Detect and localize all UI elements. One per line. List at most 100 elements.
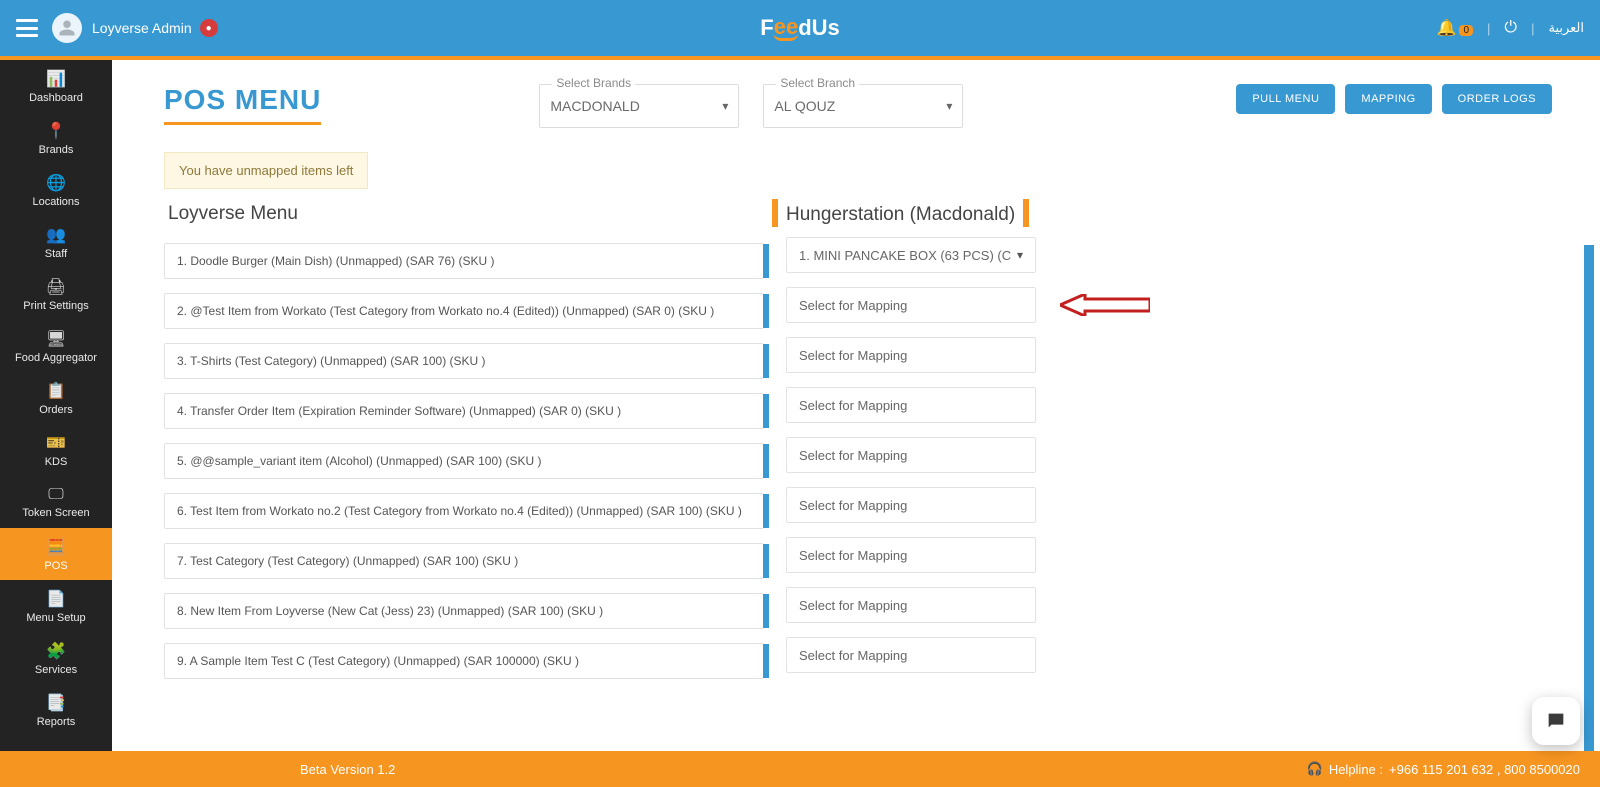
scroll-indicator[interactable]	[1584, 245, 1594, 751]
mapping-select-value: Select for Mapping	[799, 348, 907, 363]
helpline-numbers: +966 115 201 632 , 800 8500020	[1389, 762, 1580, 777]
sidebar-item-label: Orders	[39, 404, 73, 416]
row-accent-icon	[763, 644, 769, 678]
sidebar-item-label: Brands	[39, 144, 74, 156]
header-actions: 🔔0 | ⏻ | العربية	[1437, 18, 1584, 38]
mapping-select[interactable]: Select for Mapping	[786, 337, 1036, 373]
chevron-down-icon: ▾	[946, 99, 952, 113]
row-accent-icon	[763, 544, 769, 578]
mapping-button[interactable]: MAPPING	[1345, 84, 1431, 114]
sidebar-item-label: Dashboard	[29, 92, 83, 104]
sidebar-item-brands[interactable]: 📍 Brands	[0, 112, 112, 164]
bell-badge: 0	[1459, 25, 1473, 36]
menu-toggle-icon[interactable]	[16, 19, 38, 37]
sidebar-item-dashboard[interactable]: 📊 Dashboard	[0, 60, 112, 112]
sidebar-item-label: Food Aggregator	[15, 352, 97, 364]
sidebar-item-print-settings[interactable]: 🖨Print Settings	[0, 268, 112, 320]
menu-item-text: 4. Transfer Order Item (Expiration Remin…	[177, 404, 621, 418]
sidebar-item-menu-setup[interactable]: 📄 Menu Setup	[0, 580, 112, 632]
menu-item-text: 6. Test Item from Workato no.2 (Test Cat…	[177, 504, 742, 518]
sidebar-item-food-aggregator[interactable]: 🖥Food Aggregator	[0, 320, 112, 372]
sidebar-item-pos[interactable]: 🧮 POS	[0, 528, 112, 580]
chat-fab[interactable]	[1532, 697, 1580, 745]
mapping-select[interactable]: Select for Mapping	[786, 387, 1036, 423]
column-divider	[772, 199, 778, 235]
menu-item-row[interactable]: 4. Transfer Order Item (Expiration Remin…	[164, 393, 764, 429]
orders-icon: 📋	[46, 381, 66, 401]
sidebar-item-label: KDS	[45, 456, 68, 468]
dashboard-icon: 📊	[46, 69, 66, 89]
menu-item-text: 1. Doodle Burger (Main Dish) (Unmapped) …	[177, 254, 494, 268]
sidebar-item-label: Reports	[37, 716, 76, 728]
row-accent-icon	[763, 294, 769, 328]
menu-item-row[interactable]: 8. New Item From Loyverse (New Cat (Jess…	[164, 593, 764, 629]
hungerstation-column: Hungerstation (Macdonald) 1. MINI PANCAK…	[786, 199, 1036, 687]
brand-select[interactable]: Select Brands MACDONALD ▾	[539, 84, 739, 128]
mapping-select-value: Select for Mapping	[799, 298, 907, 313]
mapping-select[interactable]: Select for Mapping	[786, 537, 1036, 573]
token-screen-icon: 🖵	[48, 486, 63, 504]
sidebar-item-orders[interactable]: 📋 Orders	[0, 372, 112, 424]
brand-logo[interactable]: FeedUs	[760, 15, 840, 41]
reports-icon: 📑	[46, 693, 66, 713]
hungerstation-title: Hungerstation (Macdonald)	[786, 204, 1015, 226]
mapping-select[interactable]: Select for Mapping	[786, 487, 1036, 523]
avatar[interactable]	[52, 13, 82, 43]
mapping-select-value: Select for Mapping	[799, 448, 907, 463]
menu-item-text: 7. Test Category (Test Category) (Unmapp…	[177, 554, 518, 568]
mapping-select[interactable]: Select for Mapping	[786, 287, 1036, 323]
sidebar-item-services[interactable]: 🧩Services	[0, 632, 112, 684]
menu-item-text: 9. A Sample Item Test C (Test Category) …	[177, 654, 579, 668]
chevron-down-icon: ▾	[722, 99, 728, 113]
mapping-select-value: Select for Mapping	[799, 498, 907, 513]
sidebar-item-label: Menu Setup	[26, 612, 85, 624]
menu-setup-icon: 📄	[46, 589, 66, 609]
mapping-select[interactable]: 1. MINI PANCAKE BOX (63 PCS) (C▾	[786, 237, 1036, 273]
accent-strip	[0, 56, 1600, 60]
branch-select[interactable]: Select Branch AL QOUZ ▾	[763, 84, 963, 128]
sidebar-item-kds[interactable]: 🎫KDS	[0, 424, 112, 476]
brand-select-label: Select Brands	[552, 76, 635, 90]
menu-item-row[interactable]: 5. @@sample_variant item (Alcohol) (Unma…	[164, 443, 764, 479]
bell-icon[interactable]: 🔔0	[1437, 18, 1473, 38]
mapping-select[interactable]: Select for Mapping	[786, 587, 1036, 623]
print-settings-icon: 🖨	[46, 277, 66, 297]
user-name: Loyverse Admin	[92, 20, 192, 36]
order-logs-button[interactable]: ORDER LOGS	[1442, 84, 1552, 114]
footer: Beta Version 1.2 🎧 Helpline : +966 115 2…	[0, 751, 1600, 787]
mapping-select-value: Select for Mapping	[799, 648, 907, 663]
sidebar-item-reports[interactable]: 📑 Reports	[0, 684, 112, 736]
notification-dot-icon[interactable]: ●	[200, 19, 218, 37]
menu-item-row[interactable]: 6. Test Item from Workato no.2 (Test Cat…	[164, 493, 764, 529]
menu-item-row[interactable]: 9. A Sample Item Test C (Test Category) …	[164, 643, 764, 679]
row-accent-icon	[763, 594, 769, 628]
accent-bar-icon	[1023, 199, 1029, 227]
mapping-select[interactable]: Select for Mapping	[786, 437, 1036, 473]
main-content: POS MENU Select Brands MACDONALD ▾ Selec…	[112, 60, 1600, 751]
pos-icon: 🧮	[46, 537, 66, 557]
menu-item-row[interactable]: 7. Test Category (Test Category) (Unmapp…	[164, 543, 764, 579]
menu-item-text: 8. New Item From Loyverse (New Cat (Jess…	[177, 604, 603, 618]
sidebar-item-label: Staff	[45, 248, 67, 260]
mapping-select[interactable]: Select for Mapping	[786, 637, 1036, 673]
menu-item-text: 3. T-Shirts (Test Category) (Unmapped) (…	[177, 354, 486, 368]
sidebar-item-token-screen[interactable]: 🖵Token Screen	[0, 476, 112, 528]
sidebar-item-label: POS	[44, 560, 67, 572]
sidebar-item-staff[interactable]: 👥Staff	[0, 216, 112, 268]
power-icon[interactable]: ⏻	[1504, 19, 1517, 37]
sidebar-item-locations[interactable]: 🌐Locations	[0, 164, 112, 216]
annotation-arrow-icon	[1060, 294, 1150, 316]
mapping-columns: Loyverse Menu 1. Doodle Burger (Main Dis…	[164, 199, 1552, 693]
loyverse-column: Loyverse Menu 1. Doodle Burger (Main Dis…	[164, 199, 764, 693]
row-accent-icon	[763, 494, 769, 528]
pull-menu-button[interactable]: PULL MENU	[1236, 84, 1335, 114]
page-title: POS MENU	[164, 84, 321, 125]
branch-select-label: Select Branch	[776, 76, 859, 90]
brands-icon: 📍	[46, 121, 66, 141]
action-buttons: PULL MENU MAPPING ORDER LOGS	[1236, 84, 1552, 114]
menu-item-row[interactable]: 1. Doodle Burger (Main Dish) (Unmapped) …	[164, 243, 764, 279]
language-switch[interactable]: العربية	[1548, 20, 1584, 36]
menu-item-row[interactable]: 2. @Test Item from Workato (Test Categor…	[164, 293, 764, 329]
row-accent-icon	[763, 394, 769, 428]
menu-item-row[interactable]: 3. T-Shirts (Test Category) (Unmapped) (…	[164, 343, 764, 379]
